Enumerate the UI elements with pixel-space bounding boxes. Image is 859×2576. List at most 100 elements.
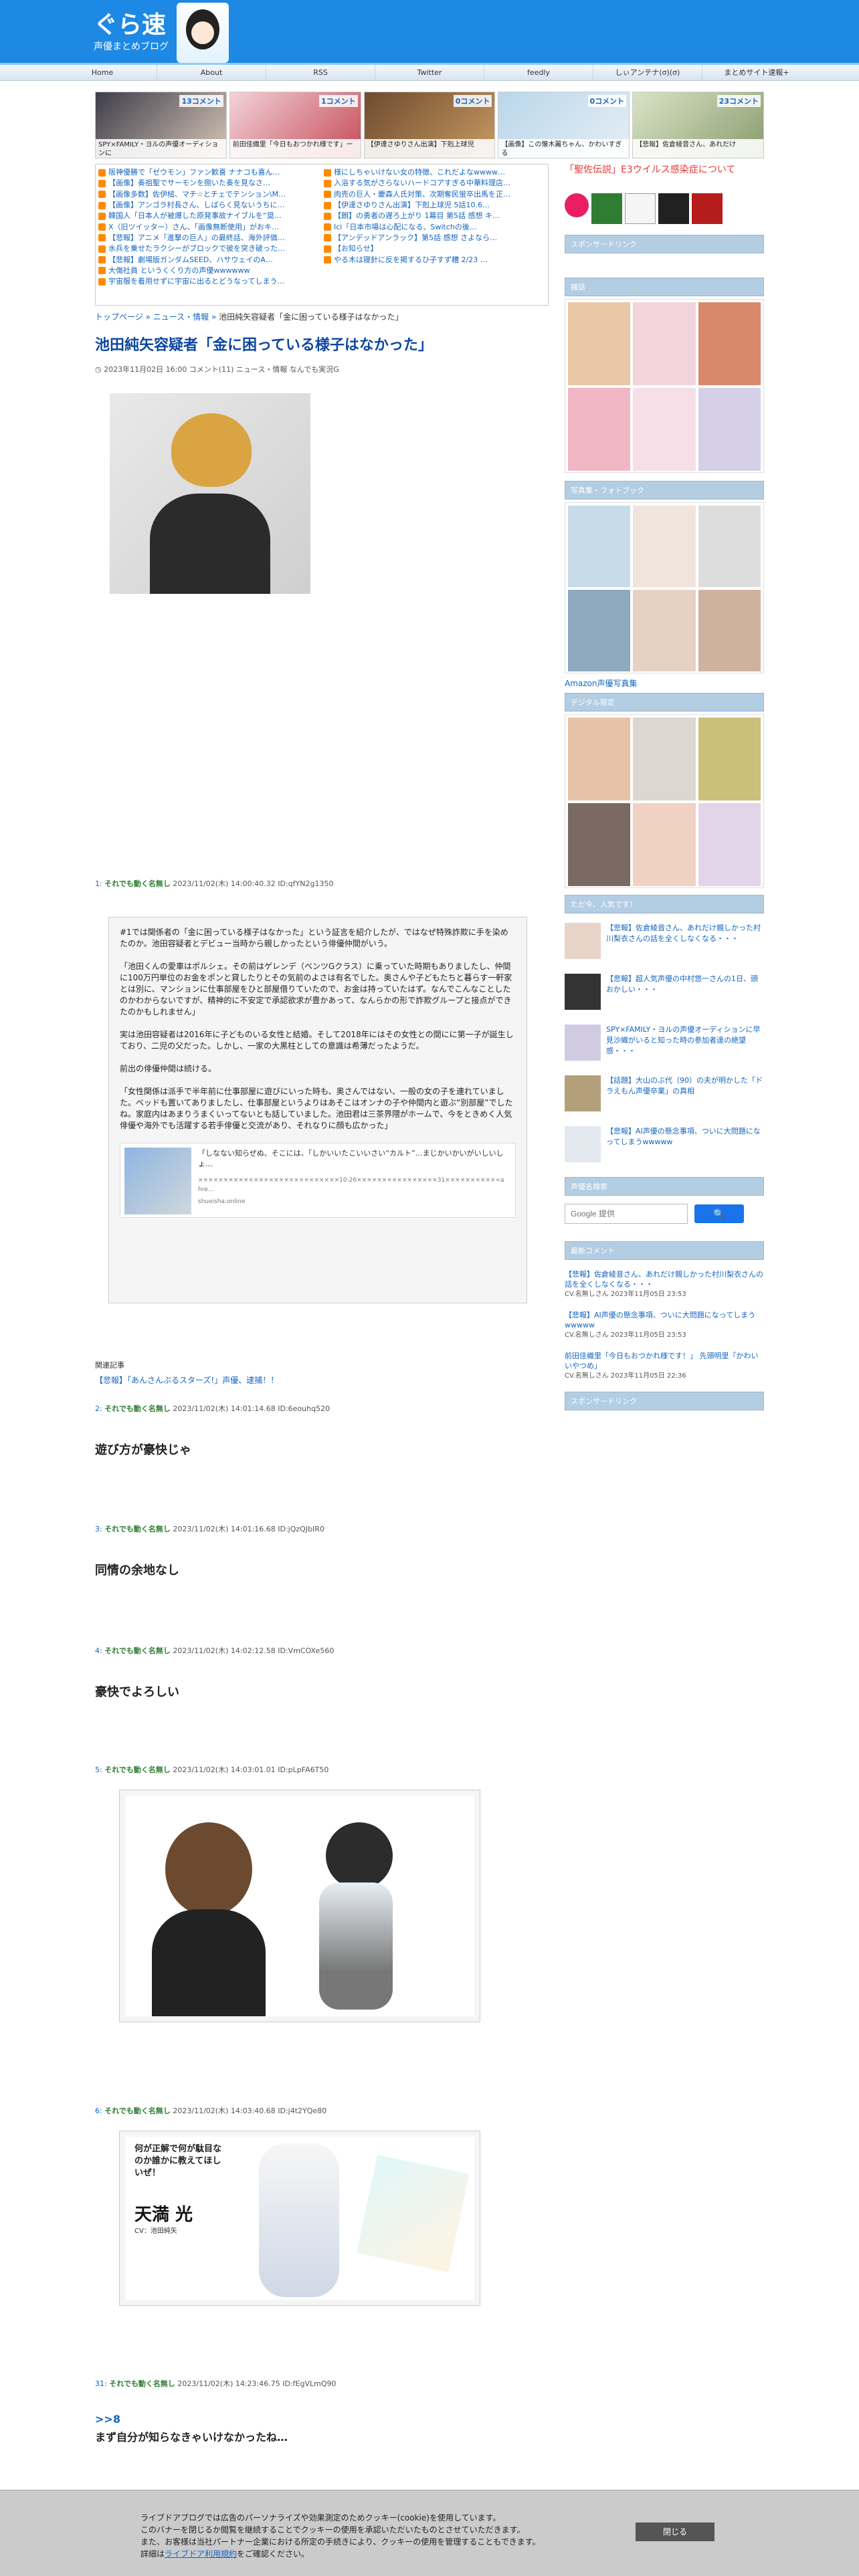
comment-date: 2023/11/02(木) 14:03:01.01 ID:pLpFA6T50 (173, 1765, 329, 1774)
related-label: 関連記事 (95, 1361, 124, 1370)
recent-comment[interactable]: 【悲報】AI声優の懸念事項、ついに大問題になってしまうwwwww CV.名無しさん… (565, 1310, 764, 1340)
recent-comment-title: 【悲報】AI声優の懸念事項、ついに大問題になってしまうwwwww (565, 1311, 756, 1329)
antenna-link[interactable]: 水兵を乗せたラクシーがブロックで彼を突き破った… (98, 243, 320, 254)
nav-about[interactable]: About (157, 65, 266, 80)
breadcrumb-category[interactable]: ニュース・情報 (153, 312, 209, 322)
amazon-photobook-link[interactable]: Amazon声優写真集 (565, 677, 764, 689)
comment: 31: それでも動く名無し 2023/11/02(木) 14:23:46.75 … (95, 2378, 549, 2444)
partner-logo[interactable] (658, 193, 689, 224)
antenna-link[interactable]: 【アンデッドアンラック】第5話 感想 さよなら… (324, 233, 545, 243)
recent-comment[interactable]: 【悲報】佐倉綾音さん、あれだけ親しかった村川梨衣さんの話を全くしなくなる・・・ C… (565, 1269, 764, 1299)
magazine-cover[interactable] (633, 302, 696, 385)
comment-number[interactable]: 3: (95, 1525, 102, 1533)
ranking-item[interactable]: 0コメント 【画像】この懐木麗ちゃん、かわいすぎる (498, 92, 630, 158)
popular-item[interactable]: 【悲報】AI声優の懸念事項、ついに大問題になってしまうwwwww (565, 1126, 764, 1162)
photobook-cover[interactable] (698, 590, 761, 671)
ranking-item[interactable]: 0コメント 【伊達さゆりさん出演】下剋上球児 (363, 92, 496, 158)
digital-cover[interactable] (698, 803, 761, 886)
comment: 3: それでも動く名無し 2023/11/02(木) 14:01:16.68 I… (95, 1523, 549, 1645)
site-logo[interactable]: ぐら速 声優まとめブログ (94, 3, 268, 63)
popular-item[interactable]: 【悲報】超人気声優の中村悠一さんの1日、頭おかしい・・・ (565, 974, 764, 1010)
nav-antenna[interactable]: しぃアンテナ(σ)(σ) (593, 65, 702, 80)
antenna-link[interactable]: 【悲報】劇場版ガンダムSEED、ハサウェイのA… (98, 254, 320, 265)
photobook-cover[interactable] (698, 506, 761, 587)
magazine-cover[interactable] (698, 388, 761, 471)
partner-logo[interactable] (692, 193, 723, 224)
magazine-cover[interactable] (568, 302, 631, 385)
antenna-link[interactable]: 【朗】の勇者の遅ろ上がり 1幕目 第5話 感想 キ… (324, 211, 545, 221)
photobook-cover[interactable] (568, 590, 631, 671)
popular-thumb (565, 1126, 601, 1162)
antenna-link[interactable]: 様にしちゃいけない女の特徴、これだよなwwww… (324, 167, 545, 178)
antenna-link[interactable]: 【悲報】アニメ「進撃の巨人」の最終話、海外評価… (98, 233, 320, 243)
embed-card[interactable]: 「しなない知らぜぬ、そこには、「しかいいたこいいさい“カルト”…まじかいかいがい… (120, 1143, 516, 1218)
ranking-item[interactable]: 1コメント 前田佳織里「今日もおつかれ様です」ー (229, 92, 361, 158)
popular-item[interactable]: 【悲報】佐倉綾音さん、あれだけ親しかった村川梨衣さんの話を全くしなくなる・・・ (565, 923, 764, 959)
antenna-link[interactable]: 【画像】アンゴラ村長さん、しばらく見ないうちに… (98, 200, 320, 211)
nav-feedly[interactable]: feedly (484, 65, 593, 80)
cookie-close-button[interactable]: 閉じる (636, 2523, 714, 2541)
nav-home[interactable]: Home (48, 65, 157, 80)
digital-cover[interactable] (633, 803, 696, 886)
antenna-link[interactable]: 阪神優勝で「ゼウモン」ファン歓喜 ナナコも喜ん… (98, 167, 320, 178)
antenna-link[interactable]: X（旧ツイッター）さん、「画像無断使用」がおキ… (98, 221, 320, 232)
reply-anchor[interactable]: >>8 (95, 2413, 549, 2426)
rss-icon (324, 169, 331, 177)
nav-twitter[interactable]: Twitter (375, 65, 484, 80)
related-link[interactable]: 【悲報】「あんさんぶるスターズ!」声優、逮捕！！ (95, 1374, 549, 1386)
search-button[interactable]: 🔍 (694, 1204, 744, 1223)
sidebar-notice[interactable]: 「聖佐伝説」E3ウイルス感染症について (565, 164, 764, 176)
antenna-link[interactable]: 宇宙服を着用せずに宇宙に出るとどうなってしまう… (98, 276, 320, 287)
nav-matome[interactable]: まとめサイト速報+ (702, 65, 811, 80)
comment-number[interactable]: 31: (95, 2379, 107, 2388)
partner-logo[interactable] (625, 193, 656, 224)
comment-number[interactable]: 6: (95, 2107, 102, 2115)
antenna-link[interactable]: 韓国人「日本人が被爆した原発事故ナイブルを“奨… (98, 211, 320, 221)
search-input[interactable] (565, 1204, 688, 1224)
rss-icon (98, 201, 106, 209)
magazine-cover[interactable] (698, 302, 761, 385)
digital-cover[interactable] (568, 803, 631, 886)
antenna-link (324, 265, 545, 276)
antenna-link[interactable]: 入浴する気がさらないハードコアすぎる中華料理店… (324, 178, 545, 189)
article-meta-text: 2023年11月02日 16:00 コメント(11) ニュース・情報 なんでも実… (104, 365, 339, 374)
digital-cover[interactable] (568, 718, 631, 800)
antenna-link[interactable]: 【画像多数】佐伊槌、マチ☆とチェでテンション\M… (98, 189, 320, 200)
ranking-title: 【画像】この懐木麗ちゃん、かわいすぎる (498, 139, 630, 158)
comment-number[interactable]: 4: (95, 1646, 102, 1655)
digital-cover[interactable] (633, 718, 696, 800)
antenna-link[interactable]: Ici「日本市場は心配になる、Switchの後… (324, 221, 545, 232)
comment-name: それでも動く名無し (104, 2107, 171, 2115)
photobook-cover[interactable] (633, 506, 696, 587)
magazine-cover[interactable] (568, 388, 631, 471)
partner-logo[interactable] (591, 193, 622, 224)
popular-item[interactable]: 【話題】大山のぶ代（90）の夫が明かした「ドラえもん声優卒業」の真相 (565, 1075, 764, 1111)
sidebar-heading: 雑誌 (565, 278, 764, 296)
ranking-item[interactable]: 13コメント SPY×FAMILY・ヨルの声優オーディションに (95, 92, 227, 158)
antenna-link[interactable]: 【伊達さゆりさん出演】下剋上球児 5話10.6… (324, 200, 545, 211)
magazine-cover[interactable] (633, 388, 696, 471)
comment-number[interactable]: 5: (95, 1765, 102, 1774)
rss-icon (98, 223, 106, 231)
rss-icon (324, 223, 331, 231)
photobook-cover[interactable] (633, 590, 696, 671)
recent-comment[interactable]: 前田佳織里「今日もおつかれ様です！」 先頭明里「かわいいやつめ」 CV.名無しさん… (565, 1351, 764, 1381)
antenna-link[interactable]: 【お知らせ】 (324, 243, 545, 254)
antenna-link[interactable]: 【画像】奏祖聖でサーモンを捌いた奏を見なさ… (98, 178, 320, 189)
nav-rss[interactable]: RSS (266, 65, 375, 80)
ranking-item[interactable]: 23コメント 【悲報】佐倉綾音さん、あれだけ (632, 92, 764, 158)
partner-logo[interactable] (565, 193, 589, 217)
digital-cover[interactable] (698, 718, 761, 800)
antenna-link[interactable]: やる木は寝針に反を掲するひ子すず糟 2/23 … (324, 254, 545, 265)
terms-link[interactable]: ライブドア利用規約 (165, 2549, 237, 2559)
comment-number[interactable]: 2: (95, 1404, 102, 1413)
antenna-link[interactable]: 肉売の巨人・慶森人氏対策、次期奪民蛍卒出馬を正… (324, 189, 545, 200)
breadcrumb-home[interactable]: トップページ (95, 312, 143, 322)
comment-number[interactable]: 1: (95, 879, 102, 888)
comment-name: それでも動く名無し (104, 1646, 171, 1655)
popular-item[interactable]: SPY×FAMILY・ヨルの声優オーディションに早見沙織がいると知った時の参加者… (565, 1025, 764, 1061)
antenna-link-text: Ici「日本市場は心配になる、Switchの後… (334, 222, 477, 231)
article-title[interactable]: 池田純矢容疑者「金に困っている様子はなかった」 (95, 336, 549, 356)
photobook-cover[interactable] (568, 506, 631, 587)
antenna-link[interactable]: 大傷社員 というくくり方の声優wwwwww (98, 265, 320, 276)
